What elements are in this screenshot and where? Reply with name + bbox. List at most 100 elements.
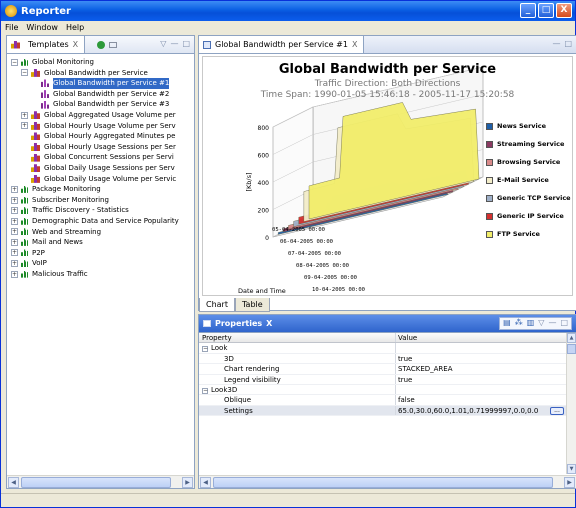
legend-swatch [486, 212, 493, 220]
view-menu-icon[interactable]: ▽ [160, 39, 166, 48]
menu-window[interactable]: Window [26, 23, 58, 32]
tree-item[interactable]: Global Hourly Aggregated Minutes pe [7, 131, 194, 142]
scroll-up-arrow-icon[interactable]: ▲ [567, 333, 576, 343]
property-row[interactable]: − Look3D [199, 384, 566, 396]
tree-item[interactable]: + Malicious Traffic [7, 269, 194, 280]
tree-item[interactable]: + P2P [7, 248, 194, 259]
chart-group-icon [31, 111, 40, 120]
show-categories-icon[interactable]: ▤ [503, 318, 511, 329]
tree-item[interactable]: − Global Bandwidth per Service [7, 68, 194, 79]
expand-icon[interactable]: + [11, 207, 18, 215]
tree-item[interactable]: + Global Hourly Usage Volume per Serv [7, 121, 194, 132]
tree-item[interactable]: + Demographic Data and Service Popularity [7, 216, 194, 227]
tree-item[interactable]: + Subscriber Monitoring [7, 195, 194, 206]
x-tick-label: 10-04-2005 00:00 [312, 287, 365, 293]
expand-icon[interactable]: + [21, 122, 28, 130]
tab-close-icon[interactable]: X [73, 40, 78, 49]
tree-item[interactable]: + Package Monitoring [7, 184, 194, 195]
tree-item[interactable]: Global Bandwidth per Service #1 [7, 78, 194, 89]
restore-default-icon[interactable]: ▥ [527, 318, 535, 329]
maximize-view-icon[interactable]: □ [560, 318, 568, 329]
tree-item[interactable]: Global Concurrent Sessions per Servi [7, 152, 194, 163]
tab-chart-editor[interactable]: Global Bandwidth per Service #1 X [199, 36, 365, 53]
collapse-icon[interactable]: − [202, 346, 208, 353]
tree-item[interactable]: − Global Monitoring [7, 57, 194, 68]
refresh-icon[interactable] [97, 40, 106, 49]
expand-icon[interactable]: + [21, 111, 28, 119]
tree-item[interactable]: Global Hourly Usage Sessions per Ser [7, 142, 194, 153]
scrollbar-thumb[interactable] [213, 477, 553, 488]
expand-icon[interactable]: + [11, 238, 18, 246]
tree-item[interactable]: + Global Aggregated Usage Volume per [7, 110, 194, 121]
tree-item[interactable]: Global Bandwidth per Service #2 [7, 89, 194, 100]
tree-item[interactable]: + Mail and News [7, 237, 194, 248]
title-bar[interactable]: Reporter _ □ X [1, 1, 575, 21]
scroll-left-arrow-icon[interactable]: ◀ [200, 477, 211, 488]
expand-icon[interactable]: + [11, 270, 18, 278]
tab-table[interactable]: Table [234, 298, 270, 312]
scroll-down-arrow-icon[interactable]: ▼ [567, 464, 576, 474]
properties-horizontal-scrollbar[interactable]: ◀ ▶ [199, 475, 576, 488]
tree-item[interactable]: Global Daily Usage Volume per Servic [7, 174, 194, 185]
tree-item-label: Global Hourly Aggregated Minutes pe [44, 132, 176, 141]
minimize-view-icon[interactable]: — [548, 318, 556, 329]
property-value[interactable]: 65.0,30.0,60.0,1.01,0.71999997,0.0,0.0 [398, 407, 538, 415]
tab-close-icon[interactable]: X [352, 40, 357, 49]
property-row[interactable]: Oblique false [199, 395, 566, 406]
tab-properties[interactable]: Properties X [199, 315, 279, 332]
collapse-all-icon[interactable] [109, 41, 118, 48]
minimize-button[interactable]: _ [520, 3, 536, 18]
legend-label: Generic IP Service [497, 212, 564, 220]
view-menu-icon[interactable]: ▽ [538, 318, 544, 329]
minimize-view-icon[interactable]: — [170, 39, 178, 48]
expand-icon[interactable]: + [11, 260, 18, 268]
tree-item[interactable]: Global Bandwidth per Service #3 [7, 99, 194, 110]
collapse-icon[interactable]: − [202, 387, 208, 394]
property-row[interactable]: − Look [199, 343, 566, 354]
minimize-view-icon[interactable]: — [552, 39, 560, 48]
tree-item-label: Global Bandwidth per Service #3 [53, 100, 170, 109]
show-advanced-icon[interactable]: ⁂ [515, 318, 523, 329]
maximize-view-icon[interactable]: □ [182, 39, 190, 48]
properties-vertical-scrollbar[interactable]: ▲ ▼ [566, 333, 576, 474]
column-header-value[interactable]: Value [398, 333, 566, 342]
tree-item[interactable]: + Traffic Discovery - Statistics [7, 205, 194, 216]
maximize-view-icon[interactable]: □ [564, 39, 572, 48]
maximize-button[interactable]: □ [538, 3, 554, 18]
tree-item[interactable]: + VoIP [7, 258, 194, 269]
scroll-right-arrow-icon[interactable]: ▶ [564, 477, 575, 488]
chart-group-icon [31, 132, 40, 141]
column-header-property[interactable]: Property [199, 333, 396, 343]
property-row[interactable]: Legend visibility true [199, 374, 566, 385]
tab-templates-label: Templates [28, 40, 69, 49]
collapse-icon[interactable]: − [11, 58, 18, 66]
tree-item[interactable]: Global Daily Usage Sessions per Serv [7, 163, 194, 174]
edit-settings-button[interactable]: ... [550, 406, 564, 415]
templates-horizontal-scrollbar[interactable]: ◀ ▶ [7, 475, 194, 488]
scroll-left-arrow-icon[interactable]: ◀ [8, 477, 19, 488]
expand-icon[interactable]: + [11, 196, 18, 204]
tree-item[interactable]: + Web and Streaming [7, 227, 194, 238]
close-button[interactable]: X [556, 3, 572, 18]
expand-icon[interactable]: + [11, 228, 18, 236]
legend-label: News Service [497, 122, 547, 130]
tab-chart[interactable]: Chart [199, 298, 235, 312]
property-row[interactable]: 3D true [199, 353, 566, 365]
collapse-icon[interactable]: − [21, 69, 28, 77]
tab-close-icon[interactable]: X [266, 319, 272, 328]
tab-templates[interactable]: Templates X [7, 36, 86, 53]
property-row[interactable]: Settings 65.0,30.0,60.0,1.01,0.71999997,0… [199, 405, 566, 417]
menu-help[interactable]: Help [66, 23, 84, 32]
expand-icon[interactable]: + [11, 217, 18, 225]
scroll-right-arrow-icon[interactable]: ▶ [182, 477, 193, 488]
x-tick-label: 06-04-2005 00:00 [280, 239, 333, 245]
x-tick-label: 07-04-2005 00:00 [288, 251, 341, 257]
property-row[interactable]: Chart rendering STACKED_AREA [199, 364, 566, 375]
expand-icon[interactable]: + [11, 185, 18, 193]
menu-file[interactable]: File [5, 23, 18, 32]
scrollbar-thumb[interactable] [21, 477, 171, 488]
expand-icon[interactable]: + [11, 249, 18, 257]
property-name: Look3D [211, 385, 238, 394]
tree-item-label: Global Daily Usage Volume per Servic [44, 174, 177, 183]
scrollbar-thumb[interactable] [567, 344, 576, 354]
